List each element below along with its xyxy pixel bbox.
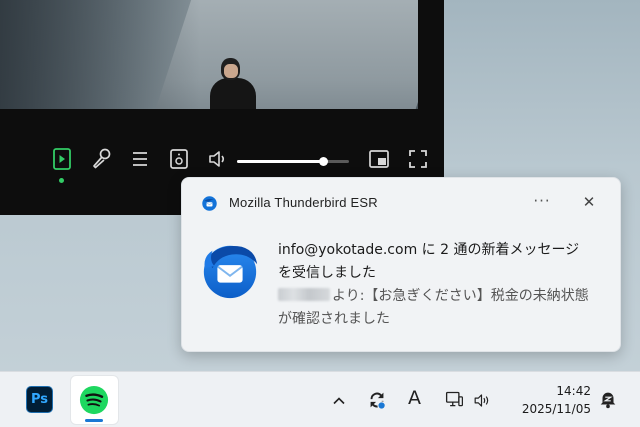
volume-icon[interactable] <box>205 146 231 172</box>
speaker-icon[interactable] <box>472 391 491 414</box>
photoshop-taskbar-icon[interactable]: Ps <box>26 386 53 413</box>
thunderbird-logo-icon <box>199 239 261 301</box>
volume-slider-fill <box>237 160 324 163</box>
thunderbird-small-icon <box>201 195 218 212</box>
close-button[interactable]: ✕ <box>579 192 599 212</box>
sync-icon[interactable] <box>366 389 388 415</box>
notification-line-2: を受信しました <box>278 265 376 281</box>
notification-line-4: が確認されました <box>278 311 390 327</box>
active-indicator-dot <box>59 178 64 183</box>
queue-icon[interactable] <box>127 146 153 172</box>
playlist-icon[interactable] <box>49 146 75 172</box>
notification-bell-icon[interactable] <box>597 388 619 414</box>
clock-time: 14:42 <box>556 384 591 398</box>
fullscreen-icon[interactable] <box>405 146 431 172</box>
notification-line-1: info@yokotade.com に 2 通の新着メッセージ <box>278 242 580 258</box>
spotify-icon <box>79 385 109 415</box>
notification-message: info@yokotade.com に 2 通の新着メッセージ を受信しました … <box>278 239 608 331</box>
notification-line-3-text: より:【お急ぎください】税金の未納状態 <box>332 288 589 304</box>
video-frame[interactable] <box>0 0 418 109</box>
volume-slider-knob[interactable] <box>319 157 329 166</box>
device-icon[interactable] <box>166 146 192 172</box>
volume-slider[interactable] <box>237 157 349 166</box>
active-app-indicator <box>85 419 103 422</box>
chevron-up-icon[interactable] <box>331 393 347 413</box>
thunderbird-notification-toast[interactable]: Mozilla Thunderbird ESR ··· ✕ info@yokot… <box>181 177 621 352</box>
taskbar: Ps A 14:42 2025/11/05 <box>0 371 640 427</box>
taskbar-clock[interactable]: 14:42 2025/11/05 <box>516 382 591 418</box>
mic-icon[interactable] <box>88 146 114 172</box>
miniplayer-icon[interactable] <box>366 146 392 172</box>
clock-date: 2025/11/05 <box>521 402 591 416</box>
spotify-taskbar-button[interactable] <box>71 376 118 424</box>
notification-line-3: より:【お急ぎください】税金の未納状態 <box>278 285 608 308</box>
network-icon[interactable] <box>444 389 465 414</box>
person-silhouette <box>210 58 256 109</box>
more-options-button[interactable]: ··· <box>530 192 554 212</box>
redacted-sender <box>278 288 330 301</box>
input-method-icon[interactable]: A <box>408 387 421 409</box>
notification-app-name: Mozilla Thunderbird ESR <box>229 195 378 210</box>
